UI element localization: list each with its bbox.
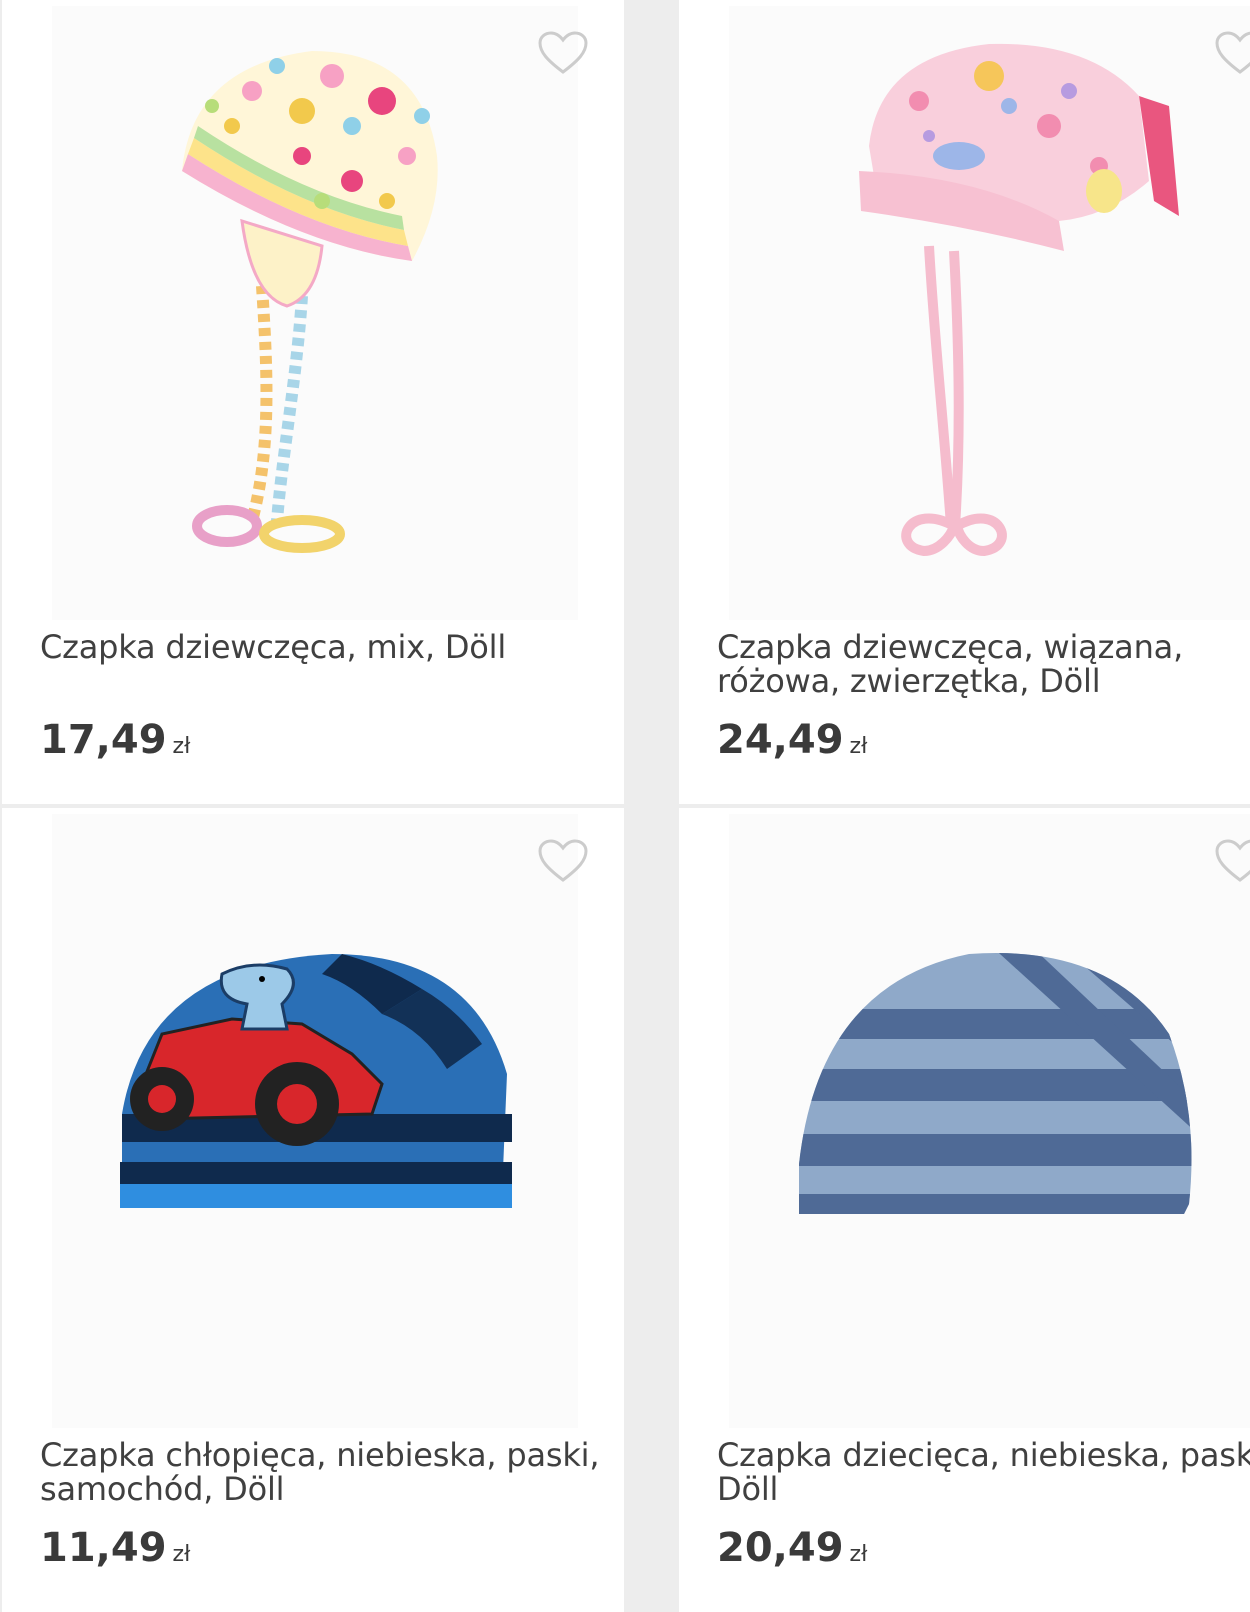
hat-image-pink-animals	[859, 43, 1179, 557]
favorite-heart-icon[interactable]	[537, 838, 589, 884]
product-image[interactable]	[729, 6, 1250, 620]
product-price: 17,49 zł	[40, 714, 190, 773]
product-title[interactable]: Czapka chłopięca, niebieska, paski, samo…	[40, 1438, 600, 1506]
price-value: 11,49	[40, 1525, 167, 1571]
product-grid: Czapka dziewczęca, mix, Döll 17,49 zł Cz…	[0, 0, 1250, 1612]
price-currency: zł	[849, 734, 868, 759]
hat-image-striped-dotted	[182, 51, 438, 553]
price-value: 24,49	[717, 717, 844, 763]
product-card[interactable]: Czapka dziewczęca, wiązana, różowa, zwie…	[679, 0, 1250, 804]
product-title[interactable]: Czapka dziecięca, niebieska, paski, Döll	[717, 1438, 1250, 1506]
product-title[interactable]: Czapka dziewczęca, wiązana, różowa, zwie…	[717, 630, 1250, 698]
price-value: 17,49	[40, 717, 167, 763]
product-card[interactable]: Czapka chłopięca, niebieska, paski, samo…	[2, 808, 624, 1612]
product-card[interactable]: Czapka dziewczęca, mix, Döll 17,49 zł	[2, 0, 624, 804]
product-image[interactable]	[729, 814, 1250, 1428]
price-currency: zł	[849, 1542, 868, 1567]
product-card[interactable]: Czapka dziecięca, niebieska, paski, Döll…	[679, 808, 1250, 1612]
product-title[interactable]: Czapka dziewczęca, mix, Döll	[40, 630, 600, 664]
product-price: 11,49 zł	[40, 1522, 190, 1581]
favorite-heart-icon[interactable]	[537, 30, 589, 76]
price-currency: zł	[172, 734, 191, 759]
favorite-heart-icon[interactable]	[1214, 30, 1250, 76]
product-price: 24,49 zł	[717, 714, 867, 773]
price-currency: zł	[172, 1542, 191, 1567]
hat-image-blue-car	[120, 954, 512, 1208]
product-image[interactable]	[52, 6, 578, 620]
hat-image-blue-grey-stripes	[799, 953, 1192, 1214]
product-image[interactable]	[52, 814, 578, 1428]
price-value: 20,49	[717, 1525, 844, 1571]
favorite-heart-icon[interactable]	[1214, 838, 1250, 884]
product-price: 20,49 zł	[717, 1522, 867, 1581]
